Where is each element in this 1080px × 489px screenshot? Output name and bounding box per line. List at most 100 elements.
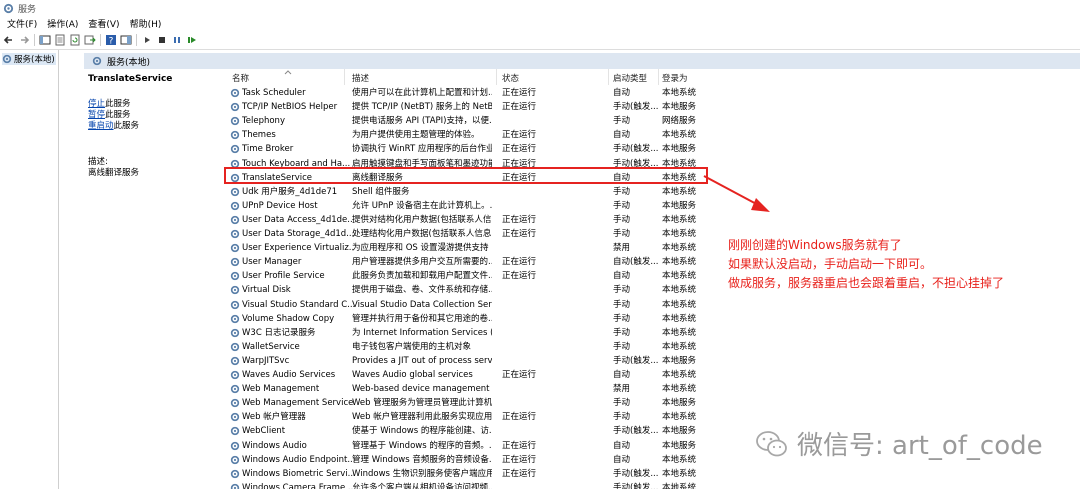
- service-row[interactable]: User Experience Virtualiz... 为应用程序和 OS 设置…: [222, 241, 700, 255]
- service-logon-as: 本地系统: [662, 214, 697, 225]
- service-row[interactable]: W3C 日志记录服务 为 Internet Information Service…: [222, 326, 700, 340]
- service-logon-as: 本地系统: [662, 299, 697, 310]
- service-row[interactable]: User Profile Service 此服务负责加载和卸载用户配置文件... 正…: [222, 269, 700, 283]
- column-header-name[interactable]: 名称: [232, 72, 249, 84]
- export-list-icon[interactable]: [84, 34, 96, 46]
- service-gear-icon: [230, 384, 240, 394]
- service-gear-icon: [230, 328, 240, 337]
- service-row[interactable]: Windows Camera Frame ... 允许多个客户端从相机设备访问视频…: [222, 481, 700, 489]
- service-logon-as: 本地系统: [662, 186, 697, 197]
- service-desc: 允许 UPnP 设备宿主在此计算机上。...: [352, 200, 492, 211]
- service-desc: 管理并执行用于备份和其它用途的卷...: [352, 313, 492, 324]
- service-name: WebClient: [242, 426, 286, 437]
- service-gear-icon: [230, 215, 240, 225]
- column-divider[interactable]: [608, 69, 609, 85]
- column-divider[interactable]: [344, 69, 345, 85]
- console-tree-icon[interactable]: [39, 34, 51, 46]
- service-row[interactable]: User Manager 用户管理器提供多用户交互所需要的... 正在运行 自动(触发…: [222, 255, 700, 269]
- stop-service-link[interactable]: 停止: [88, 99, 105, 109]
- column-header-startup[interactable]: 启动类型: [613, 72, 647, 84]
- service-status: 正在运行: [502, 102, 537, 113]
- pause-service-link[interactable]: 暂停: [88, 110, 105, 120]
- service-row[interactable]: Task Scheduler 使用户可以在此计算机上配置和计划... 正在运行 自动 本…: [222, 86, 700, 100]
- restart-service-link[interactable]: 重启动: [88, 121, 114, 131]
- service-status: 正在运行: [502, 214, 537, 225]
- service-row[interactable]: WebClient 使基于 Windows 的程序能创建、访... 手动(触发...…: [222, 424, 700, 438]
- service-gear-icon: [230, 399, 240, 408]
- menu-help[interactable]: 帮助(H): [130, 17, 162, 30]
- stop-service-icon[interactable]: [156, 34, 168, 46]
- annotation-arrow-icon: [703, 175, 770, 212]
- menu-file[interactable]: 文件(F): [7, 17, 37, 30]
- service-gear-icon: [230, 145, 240, 154]
- show-hide-action-pane-icon[interactable]: [120, 34, 132, 46]
- service-startup-type: 禁用: [613, 243, 631, 254]
- service-row[interactable]: Time Broker 协调执行 WinRT 应用程序的后台作业... 正在运行 手动…: [222, 142, 700, 156]
- service-row[interactable]: Web Management Service Web 管理服务为管理员管理此计算机…: [222, 396, 700, 410]
- menu-view[interactable]: 查看(V): [88, 17, 119, 30]
- start-service-icon[interactable]: [141, 34, 153, 46]
- service-row[interactable]: WarpJITSvc Provides a JIT out of process …: [222, 354, 700, 368]
- tree-node-services-local[interactable]: 服务(本地): [2, 53, 56, 65]
- service-startup-type: 手动(触发...: [613, 102, 659, 113]
- service-row[interactable]: Visual Studio Standard C... Visual Studio…: [222, 298, 700, 312]
- service-detail-pane: TranslateService 停止此服务 暂停此服务 重启动此服务 描述: …: [84, 69, 222, 489]
- restart-service-suffix: 此服务: [113, 121, 140, 131]
- service-row[interactable]: Themes 为用户提供使用主题管理的体验。 正在运行 自动 本地系统: [222, 128, 700, 142]
- service-row[interactable]: UPnP Device Host 允许 UPnP 设备宿主在此计算机上。... 手动…: [222, 199, 700, 213]
- service-logon-as: 本地系统: [662, 285, 697, 296]
- column-header-desc[interactable]: 描述: [352, 72, 369, 84]
- back-arrow-icon[interactable]: [3, 34, 15, 46]
- toolbar: ?: [0, 31, 1080, 50]
- sort-up-icon: [284, 70, 292, 75]
- service-name: User Profile Service: [242, 271, 325, 282]
- service-row[interactable]: Telephony 提供电话服务 API (TAPI)支持，以便... 手动 网络服务: [222, 114, 700, 128]
- service-name: Web Management Service: [242, 398, 354, 409]
- services-gear-icon: [92, 56, 102, 66]
- service-row[interactable]: Web 帐户管理器 Web 帐户管理器利用此服务实现应用... 正在运行 手动 本地系统: [222, 410, 700, 424]
- service-name: User Data Storage_4d1d...: [242, 229, 354, 239]
- service-logon-as: 本地服务: [662, 200, 697, 211]
- service-row[interactable]: Waves Audio Services Waves Audio global s…: [222, 368, 700, 382]
- column-divider[interactable]: [496, 69, 497, 85]
- service-row[interactable]: Volume Shadow Copy 管理并执行用于备份和其它用途的卷... 手动 本…: [222, 312, 700, 326]
- service-desc: 提供对结构化用户数据(包括联系人信...: [352, 214, 492, 225]
- column-header-row: 名称 描述 状态 启动类型 登录为: [222, 69, 700, 85]
- restart-service-icon[interactable]: [186, 34, 198, 46]
- service-gear-icon: [230, 314, 240, 323]
- column-header-logon[interactable]: 登录为: [662, 72, 688, 84]
- service-row[interactable]: Web Management Web-based device managemen…: [222, 382, 700, 396]
- service-name: User Manager: [242, 257, 302, 268]
- properties-icon[interactable]: [54, 34, 66, 46]
- help-icon[interactable]: ?: [105, 34, 117, 46]
- column-divider[interactable]: [658, 69, 659, 85]
- menu-action[interactable]: 操作(A): [47, 17, 78, 30]
- pause-service-icon[interactable]: [171, 34, 183, 46]
- service-row[interactable]: User Data Access_4d1de... 提供对结构化用户数据(包括联系…: [222, 213, 700, 227]
- service-desc: 为应用程序和 OS 设置漫游提供支持: [352, 243, 489, 254]
- service-row[interactable]: Windows Audio Endpoint... 管理 Windows 音频服务…: [222, 453, 700, 467]
- forward-arrow-icon[interactable]: [18, 34, 30, 46]
- service-gear-icon: [230, 272, 240, 281]
- service-row[interactable]: Virtual Disk 提供用于磁盘、卷、文件系统和存储... 手动 本地系统: [222, 283, 700, 297]
- refresh-icon[interactable]: [69, 34, 81, 46]
- service-gear-icon: [230, 88, 240, 98]
- column-header-status[interactable]: 状态: [502, 72, 519, 84]
- service-startup-type: 手动: [613, 341, 631, 352]
- service-name: Virtual Disk: [242, 285, 291, 296]
- service-startup-type: 自动: [613, 271, 631, 282]
- service-row[interactable]: TCP/IP NetBIOS Helper 提供 TCP/IP (NetBT) 服…: [222, 100, 700, 114]
- service-status: 正在运行: [502, 130, 537, 141]
- service-name: Themes: [242, 130, 276, 141]
- service-row[interactable]: Windows Audio 管理基于 Windows 的程序的音频。... 正在运行…: [222, 439, 700, 453]
- service-desc: 管理基于 Windows 的程序的音频。...: [352, 440, 492, 451]
- service-row[interactable]: Windows Biometric Servi... Windows 生物识别服务…: [222, 467, 700, 481]
- service-row[interactable]: Udk 用户服务_4d1de71 Shell 组件服务 手动 本地系统: [222, 185, 700, 199]
- service-row[interactable]: User Data Storage_4d1d... 处理结构化用户数据(包括联系人…: [222, 227, 700, 241]
- service-startup-type: 自动: [613, 454, 631, 465]
- service-row[interactable]: WalletService 电子钱包客户端使用的主机对象 手动 本地系统: [222, 340, 700, 354]
- service-name: Visual Studio Standard C...: [242, 299, 354, 310]
- service-gear-icon: [230, 187, 240, 196]
- service-logon-as: 本地系统: [662, 313, 697, 324]
- service-gear-icon: [230, 483, 240, 489]
